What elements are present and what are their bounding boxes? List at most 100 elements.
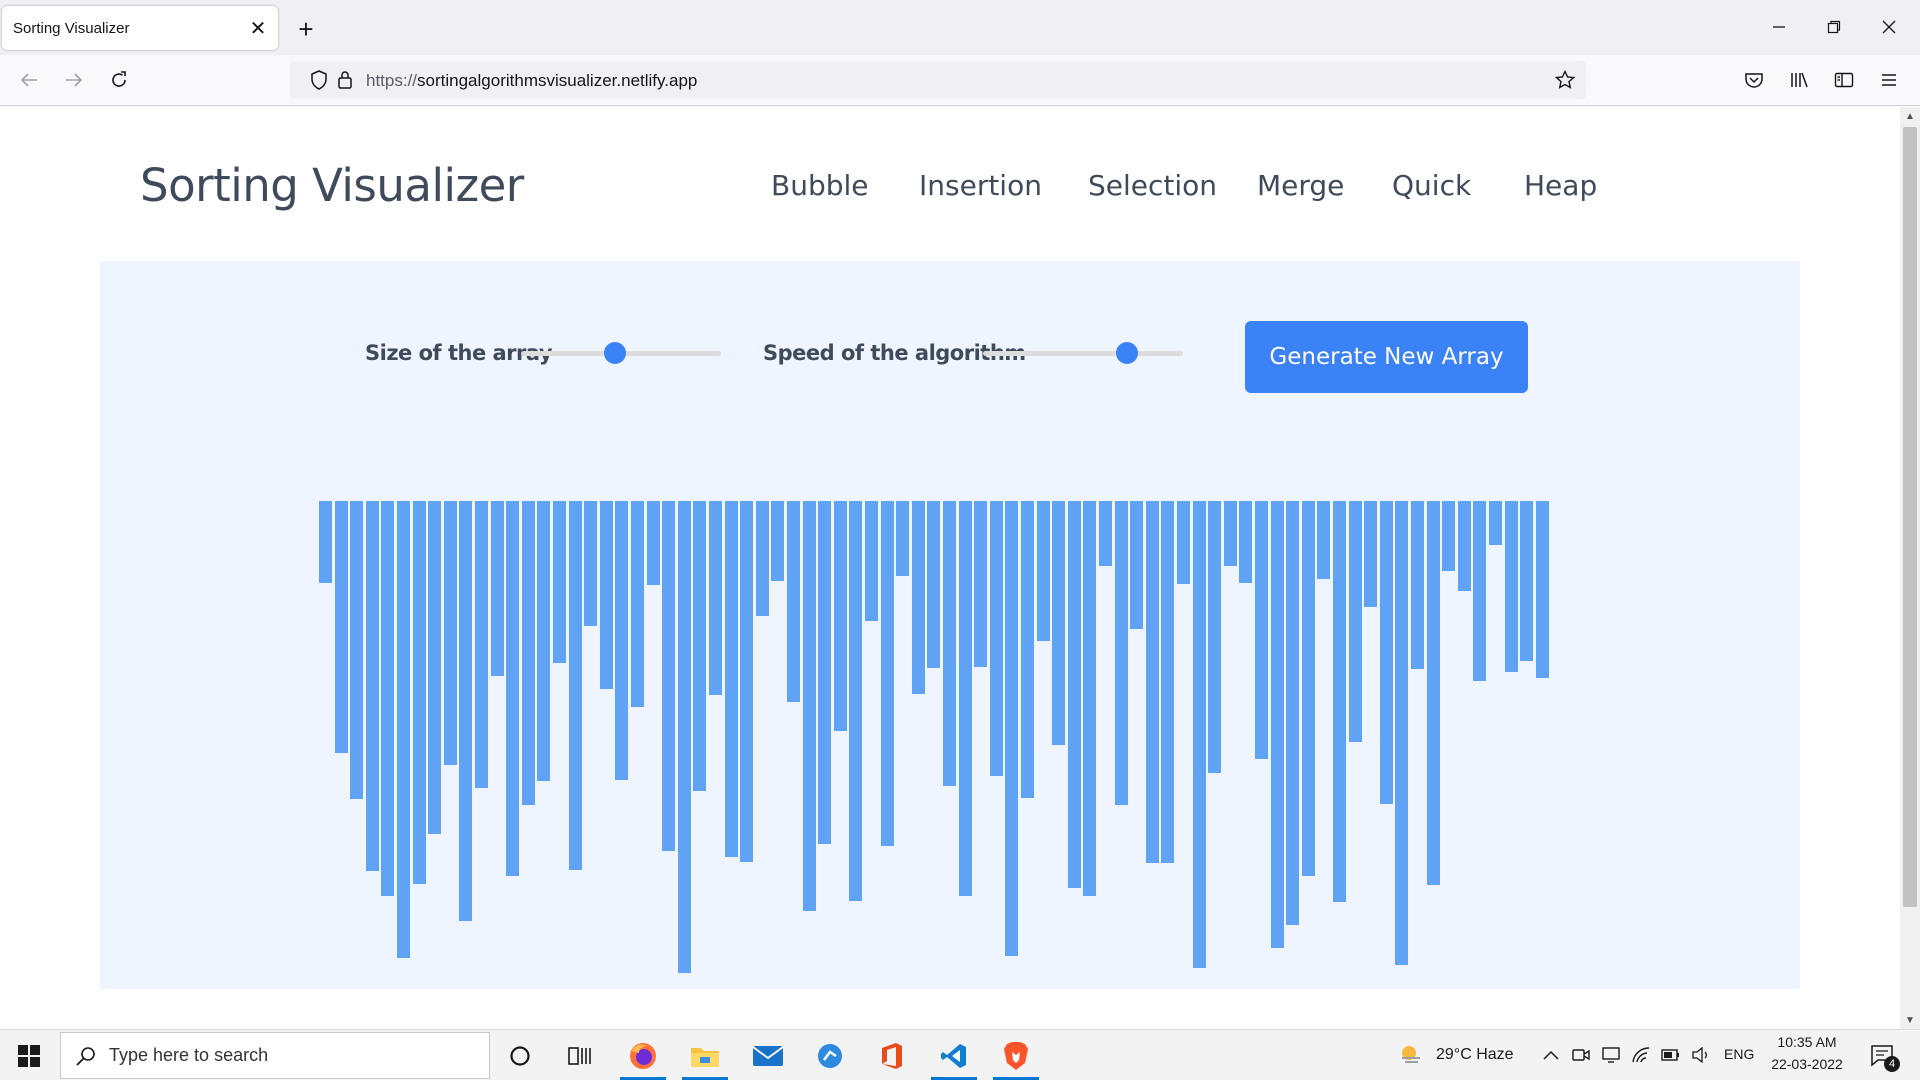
array-bar: [1333, 501, 1346, 902]
browser-tab[interactable]: Sorting Visualizer ✕: [2, 6, 278, 50]
scroll-up-icon[interactable]: ▲: [1900, 107, 1920, 125]
array-bar: [1348, 501, 1362, 742]
array-bar: [428, 501, 442, 834]
restore-icon[interactable]: [1811, 10, 1857, 44]
scroll-thumb[interactable]: [1903, 127, 1917, 907]
array-bar: [740, 501, 754, 862]
task-view-icon[interactable]: [551, 1034, 609, 1077]
sidebar-icon[interactable]: [1827, 63, 1861, 97]
array-bar: [662, 501, 676, 851]
mail-icon[interactable]: [739, 1034, 797, 1077]
array-bar: [646, 501, 660, 585]
scroll-down-icon[interactable]: ▼: [1900, 1011, 1920, 1029]
array-bar: [334, 501, 348, 753]
display-icon[interactable]: [1600, 1044, 1622, 1066]
back-icon[interactable]: [12, 63, 46, 97]
weather-text[interactable]: 29°C Haze: [1436, 1046, 1514, 1064]
bookmark-star-icon[interactable]: [1554, 69, 1576, 91]
array-bar: [568, 501, 582, 870]
array-bar: [553, 501, 566, 663]
speed-slider[interactable]: [983, 341, 1183, 365]
notification-count: 4: [1884, 1056, 1900, 1072]
array-bar: [615, 501, 629, 780]
lock-icon[interactable]: [334, 69, 356, 91]
reload-icon[interactable]: [102, 63, 136, 97]
array-bar: [521, 501, 535, 805]
array-bar: [974, 501, 988, 667]
file-explorer-icon[interactable]: [676, 1034, 734, 1080]
wifi-icon[interactable]: [1630, 1044, 1652, 1066]
url-bar[interactable]: https://sortingalgorithmsvisualizer.netl…: [290, 61, 1586, 99]
array-bar: [865, 501, 878, 621]
array-bars: [319, 501, 1579, 981]
array-bar: [755, 501, 769, 616]
array-bar: [1114, 501, 1128, 805]
array-bar: [350, 501, 364, 799]
url-text[interactable]: https://sortingalgorithmsvisualizer.netl…: [366, 71, 697, 91]
meet-now-icon[interactable]: [1570, 1044, 1592, 1066]
array-bar: [1395, 501, 1409, 965]
close-window-icon[interactable]: [1866, 10, 1912, 44]
new-tab-button[interactable]: +: [290, 13, 322, 45]
array-size-thumb[interactable]: [604, 342, 626, 364]
volume-icon[interactable]: [1690, 1044, 1712, 1066]
cortana-icon[interactable]: [491, 1034, 549, 1077]
close-tab-icon[interactable]: ✕: [244, 14, 272, 42]
array-bar: [1426, 501, 1440, 885]
array-bar: [1099, 501, 1112, 566]
array-bar: [1411, 501, 1424, 669]
generate-new-array-button[interactable]: Generate New Array: [1245, 321, 1528, 393]
speed-thumb[interactable]: [1116, 342, 1138, 364]
array-bar: [1036, 501, 1050, 641]
windows-start-icon[interactable]: [0, 1030, 58, 1081]
clock-time[interactable]: 10:35 AM: [1770, 1034, 1844, 1050]
array-bar: [459, 501, 473, 921]
shield-icon[interactable]: [308, 69, 330, 91]
array-bar: [381, 501, 395, 896]
menu-item-insertion[interactable]: Insertion: [919, 169, 1042, 202]
clock-date[interactable]: 22-03-2022: [1768, 1056, 1846, 1072]
taskbar-search-box[interactable]: Type here to search: [60, 1032, 490, 1079]
menu-item-selection[interactable]: Selection: [1088, 169, 1217, 202]
array-bar: [319, 501, 332, 583]
language-indicator[interactable]: ENG: [1724, 1046, 1754, 1062]
speed-track: [983, 351, 1183, 356]
menu-item-heap[interactable]: Heap: [1524, 169, 1597, 202]
tab-title: Sorting Visualizer: [13, 19, 130, 37]
chevron-up-icon[interactable]: [1540, 1044, 1562, 1066]
array-bar: [1145, 501, 1159, 863]
array-bar: [693, 501, 707, 791]
array-bar: [1021, 501, 1034, 798]
array-bar: [443, 501, 457, 765]
array-bar: [818, 501, 832, 844]
array-bar: [475, 501, 488, 788]
menu-item-quick[interactable]: Quick: [1392, 169, 1471, 202]
app-blue-icon[interactable]: [801, 1034, 859, 1077]
vscode-icon[interactable]: [925, 1034, 983, 1080]
firefox-icon[interactable]: [614, 1034, 672, 1080]
menu-item-merge[interactable]: Merge: [1257, 169, 1344, 202]
array-size-slider[interactable]: [521, 341, 721, 365]
pocket-icon[interactable]: [1737, 63, 1771, 97]
library-icon[interactable]: [1782, 63, 1816, 97]
array-bar: [1192, 501, 1206, 968]
array-bar: [506, 501, 520, 876]
minimize-icon[interactable]: [1756, 10, 1802, 44]
page-scrollbar[interactable]: ▲ ▼: [1900, 107, 1920, 1029]
forward-icon[interactable]: [57, 63, 91, 97]
array-bar: [1270, 501, 1284, 948]
array-bar: [1520, 501, 1534, 661]
office-icon[interactable]: [863, 1034, 921, 1077]
array-bar: [1052, 501, 1066, 745]
brave-icon[interactable]: [987, 1034, 1045, 1080]
array-bar: [1317, 501, 1331, 579]
weather-icon[interactable]: [1398, 1042, 1424, 1068]
menu-icon[interactable]: [1872, 63, 1906, 97]
array-bar: [490, 501, 504, 676]
array-bar: [1286, 501, 1300, 925]
array-bar: [1130, 501, 1144, 629]
battery-icon[interactable]: [1660, 1044, 1682, 1066]
menu-item-bubble[interactable]: Bubble: [771, 169, 869, 202]
array-bar: [1223, 501, 1237, 566]
notification-icon[interactable]: 4: [1868, 1042, 1900, 1072]
